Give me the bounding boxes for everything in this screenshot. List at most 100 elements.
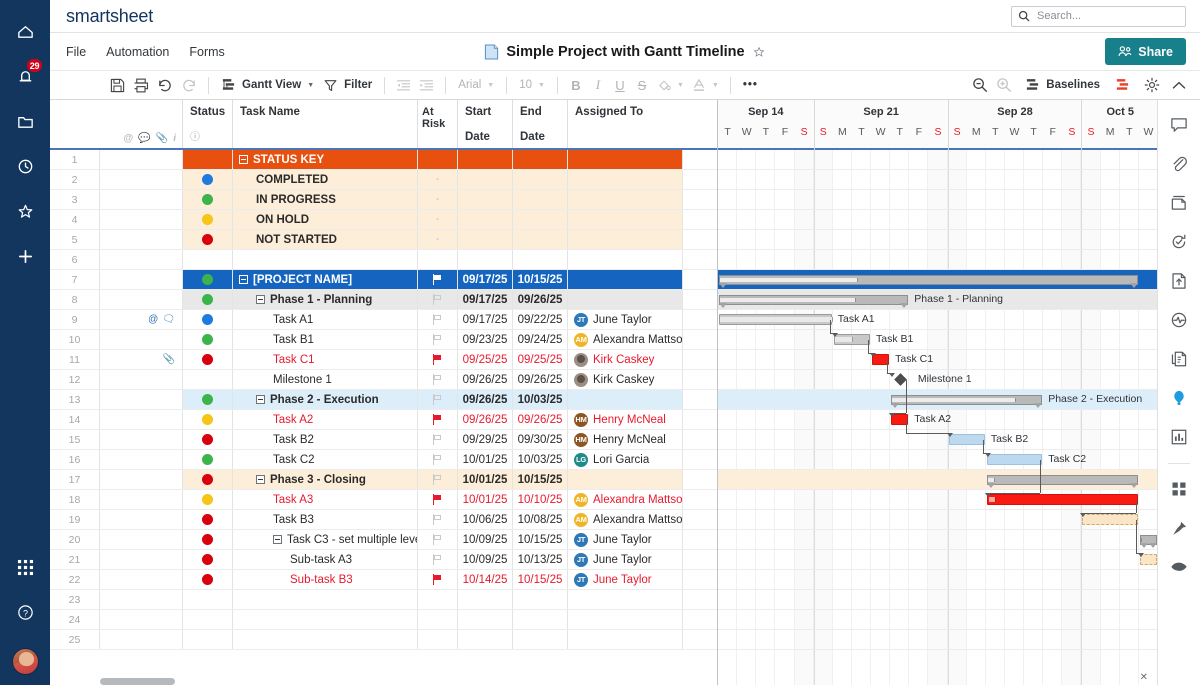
assigned-to-cell[interactable] [568, 210, 683, 229]
at-risk-cell[interactable] [418, 530, 458, 549]
conversations-icon[interactable] [1164, 110, 1194, 140]
assigned-to-cell[interactable]: JTJune Taylor [568, 570, 683, 589]
row-collapse-toggle[interactable] [239, 275, 248, 284]
table-row[interactable]: 4ON HOLD- [50, 210, 717, 230]
status-cell[interactable] [183, 190, 233, 209]
row-indicator-cell[interactable] [100, 230, 183, 249]
notifications-icon[interactable]: 29 [8, 59, 42, 93]
at-risk-flag-icon[interactable] [433, 514, 442, 525]
horizontal-scrollbar[interactable] [100, 678, 175, 685]
task-name-cell[interactable]: Task C2 [233, 450, 418, 469]
row-indicator-cell[interactable] [100, 270, 183, 289]
task-name-cell[interactable] [233, 590, 418, 609]
table-row[interactable]: 10Task B109/23/2509/24/25AMAlexandra Mat… [50, 330, 717, 350]
end-date-cell[interactable]: 10/13/25 [513, 550, 568, 569]
start-date-cell[interactable] [458, 210, 513, 229]
status-cell[interactable] [183, 310, 233, 329]
row-collapse-toggle[interactable] [256, 475, 265, 484]
status-cell[interactable] [183, 590, 233, 609]
task-name-cell[interactable]: Phase 1 - Planning [233, 290, 418, 309]
table-row[interactable]: 22Sub-task B310/14/2510/15/25JTJune Tayl… [50, 570, 717, 590]
global-search[interactable] [1011, 6, 1186, 27]
task-name-cell[interactable]: IN PROGRESS [233, 190, 418, 209]
row-number[interactable]: 1 [50, 150, 100, 169]
assigned-to-cell[interactable] [568, 170, 683, 189]
row-number[interactable]: 25 [50, 630, 100, 649]
mention-icon[interactable]: @ [148, 315, 158, 325]
zoom-in-icon[interactable] [992, 74, 1016, 96]
at-risk-cell[interactable] [418, 310, 458, 329]
table-row[interactable]: 17Phase 3 - Closing10/01/2510/15/25 [50, 470, 717, 490]
assigned-to-cell[interactable] [568, 150, 683, 169]
table-row[interactable]: 20Task C3 - set multiple levels10/09/251… [50, 530, 717, 550]
start-date-cell[interactable]: 09/17/25 [458, 270, 513, 289]
comment-icon[interactable]: 🗨 [162, 315, 175, 325]
table-row[interactable]: 8Phase 1 - Planning09/17/2509/26/25 [50, 290, 717, 310]
at-risk-cell[interactable] [418, 590, 458, 609]
feedback-icon[interactable] [1164, 552, 1194, 582]
task-name-cell[interactable]: [PROJECT NAME] [233, 270, 418, 289]
at-risk-cell[interactable] [418, 290, 458, 309]
redo-icon[interactable] [177, 74, 201, 96]
start-date-cell[interactable]: 10/14/25 [458, 570, 513, 589]
row-indicator-cell[interactable] [100, 250, 183, 269]
gantt-bar[interactable] [987, 454, 1042, 465]
assigned-to-cell[interactable] [568, 250, 683, 269]
table-row[interactable]: 23 [50, 590, 717, 610]
task-name-cell[interactable]: Sub-task A3 [233, 550, 418, 569]
task-name-cell[interactable]: COMPLETED [233, 170, 418, 189]
at-risk-flag-icon[interactable] [433, 374, 442, 385]
row-indicator-cell[interactable] [100, 170, 183, 189]
row-number[interactable]: 20 [50, 530, 100, 549]
row-indicator-cell[interactable] [100, 390, 183, 409]
share-button[interactable]: Share [1105, 38, 1186, 65]
table-row[interactable]: 13Phase 2 - Execution09/26/2510/03/25 [50, 390, 717, 410]
start-date-cell[interactable]: 10/01/25 [458, 470, 513, 489]
undo-icon[interactable] [153, 74, 177, 96]
row-number[interactable]: 16 [50, 450, 100, 469]
task-name-cell[interactable]: STATUS KEY [233, 150, 418, 169]
task-name-cell[interactable]: Task C3 - set multiple levels [233, 530, 418, 549]
row-indicator-cell[interactable] [100, 430, 183, 449]
end-date-cell[interactable]: 10/08/25 [513, 510, 568, 529]
task-name-cell[interactable]: Task A1 [233, 310, 418, 329]
indent-decrease-icon[interactable] [392, 74, 415, 96]
row-indicator-cell[interactable] [100, 410, 183, 429]
bold-button[interactable]: B [565, 74, 587, 96]
end-date-cell[interactable] [513, 230, 568, 249]
assigned-to-cell[interactable] [568, 270, 683, 289]
start-date-cell[interactable]: 10/06/25 [458, 510, 513, 529]
create-plus-icon[interactable] [8, 239, 42, 273]
status-cell[interactable] [183, 570, 233, 589]
end-date-cell[interactable] [513, 190, 568, 209]
status-cell[interactable] [183, 250, 233, 269]
at-risk-flag-icon[interactable] [433, 454, 442, 465]
assigned-to-cell[interactable]: Kirk Caskey [568, 350, 683, 369]
start-date-cell[interactable] [458, 170, 513, 189]
at-risk-flag-icon[interactable] [433, 394, 442, 405]
end-date-cell[interactable]: 10/03/25 [513, 450, 568, 469]
at-risk-flag-icon[interactable] [433, 574, 442, 585]
charts-icon[interactable] [1164, 422, 1194, 452]
row-number[interactable]: 6 [50, 250, 100, 269]
end-date-cell[interactable]: 10/10/25 [513, 490, 568, 509]
row-number[interactable]: 13 [50, 390, 100, 409]
gantt-bar[interactable] [1082, 514, 1137, 525]
at-risk-flag-icon[interactable] [433, 434, 442, 445]
at-risk-flag-icon[interactable] [433, 554, 442, 565]
table-row[interactable]: 7[PROJECT NAME]09/17/2510/15/25 [50, 270, 717, 290]
strikethrough-button[interactable]: S [631, 74, 653, 96]
gantt-bar[interactable] [834, 334, 870, 345]
status-cell[interactable] [183, 410, 233, 429]
home-icon[interactable] [8, 14, 42, 48]
start-date-cell[interactable] [458, 590, 513, 609]
browse-folder-icon[interactable] [8, 104, 42, 138]
at-risk-cell[interactable] [418, 610, 458, 629]
gantt-bar[interactable] [891, 395, 1042, 405]
end-date-cell[interactable]: 09/26/25 [513, 370, 568, 389]
recents-clock-icon[interactable] [8, 149, 42, 183]
at-risk-cell[interactable] [418, 410, 458, 429]
start-date-cell[interactable]: 10/01/25 [458, 450, 513, 469]
assigned-to-cell[interactable]: LGLori Garcia [568, 450, 683, 469]
row-number[interactable]: 23 [50, 590, 100, 609]
